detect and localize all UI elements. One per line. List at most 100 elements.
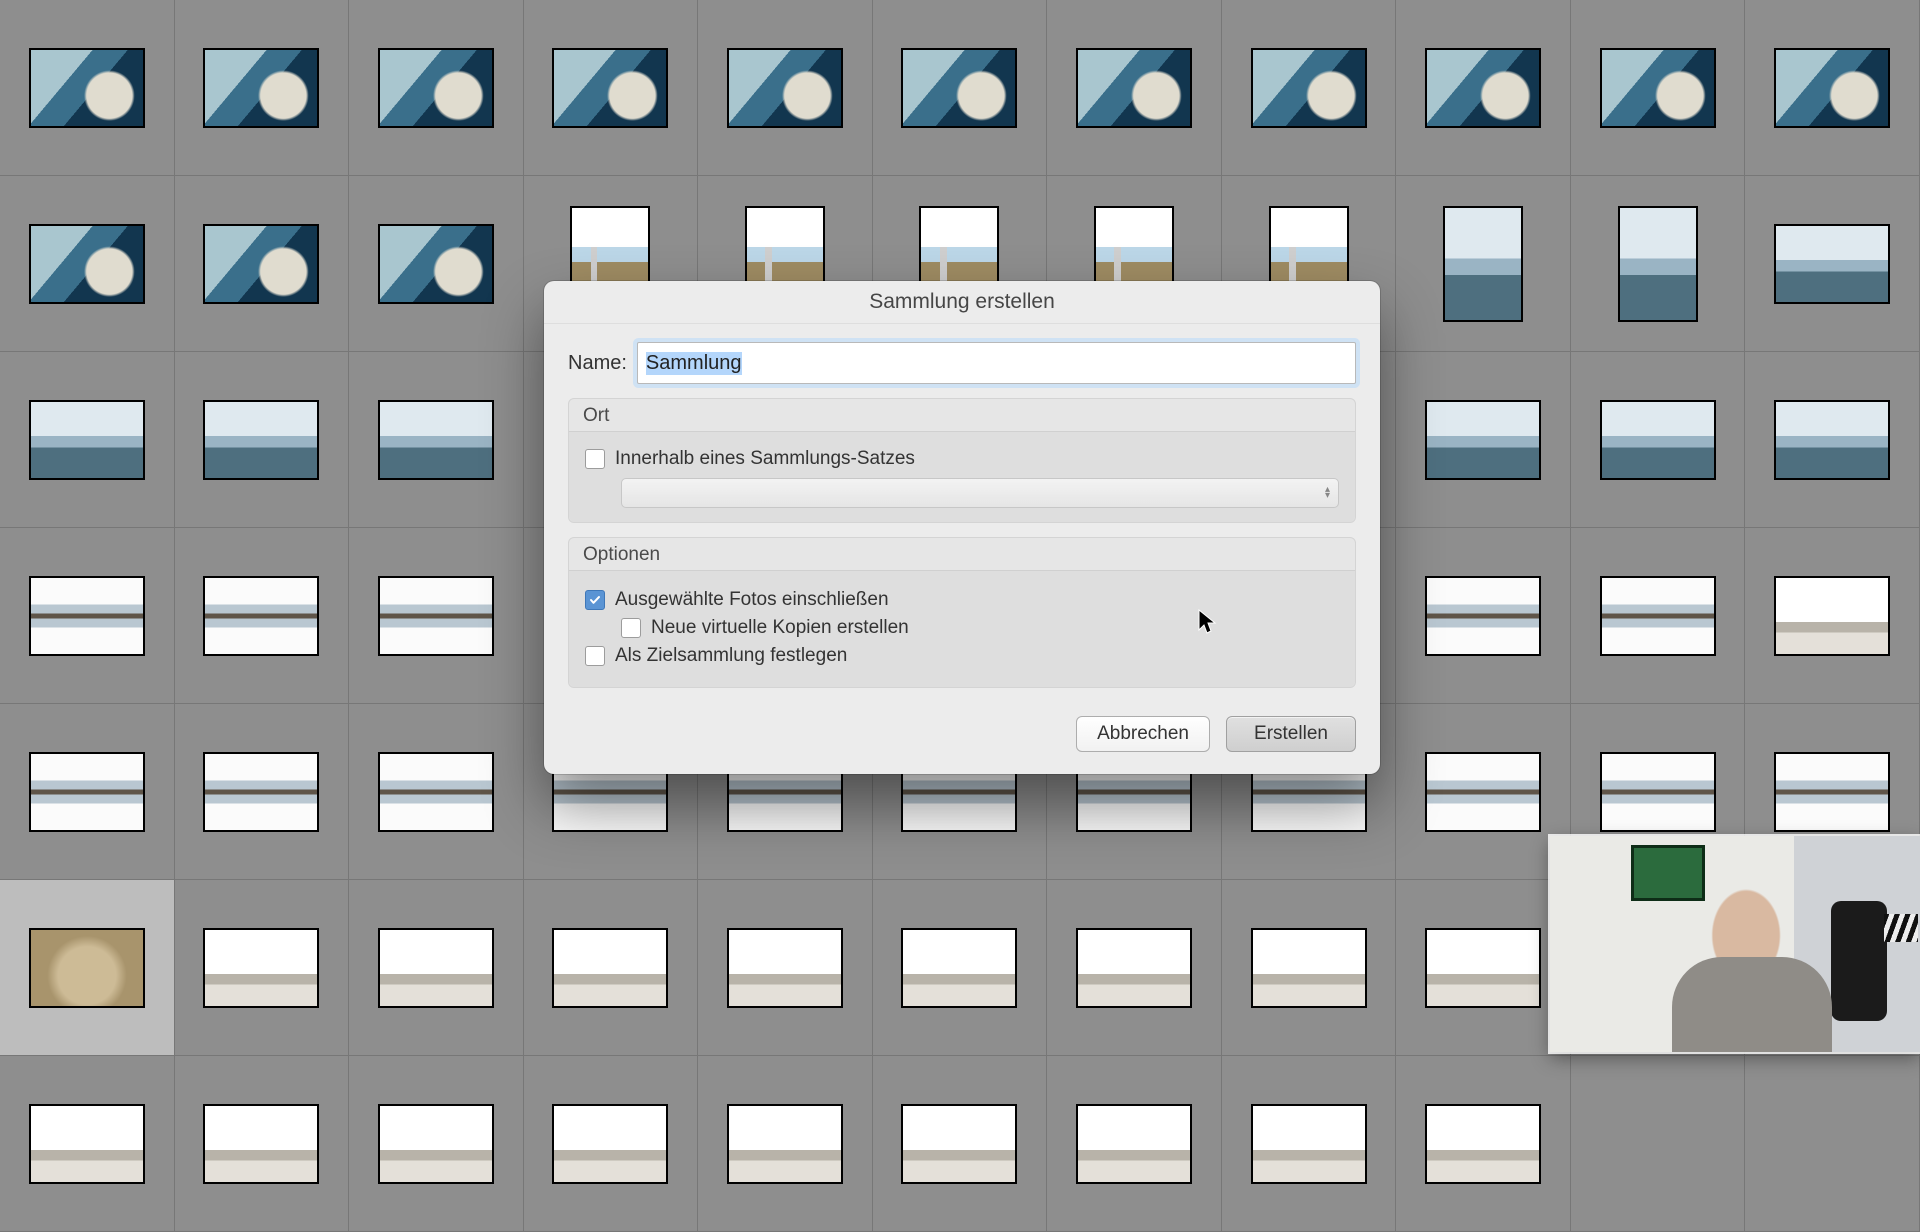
location-group: Ort Innerhalb eines Sammlungs-Satzes ▴▾: [568, 398, 1356, 523]
create-collection-dialog: Sammlung erstellen Name: Ort Innerhalb e…: [544, 281, 1380, 774]
thumbnail-cell[interactable]: [872, 0, 1048, 176]
thumbnail-cell[interactable]: [1046, 0, 1222, 176]
location-group-header: Ort: [569, 399, 1355, 431]
thumbnail-cell[interactable]: [872, 879, 1048, 1056]
thumbnail-image: [29, 1104, 145, 1184]
thumbnail-cell[interactable]: [1046, 1055, 1222, 1232]
thumbnail-cell[interactable]: [1395, 527, 1571, 704]
thumbnail-image: [1600, 48, 1716, 128]
virtual-copies-checkbox[interactable]: [621, 618, 641, 638]
collection-set-select[interactable]: ▴▾: [621, 478, 1339, 508]
thumbnail-cell[interactable]: [1221, 0, 1397, 176]
virtual-copies-row[interactable]: Neue virtuelle Kopien erstellen: [585, 617, 1339, 639]
thumbnail-image: [203, 928, 319, 1008]
thumbnail-cell[interactable]: [1744, 175, 1920, 352]
inside-collection-set-row[interactable]: Innerhalb eines Sammlungs-Satzes: [585, 448, 1339, 470]
thumbnail-cell[interactable]: [1744, 0, 1920, 176]
create-button[interactable]: Erstellen: [1226, 716, 1356, 752]
thumbnail-cell[interactable]: [348, 1055, 524, 1232]
thumbnail-image: [901, 1104, 1017, 1184]
thumbnail-cell[interactable]: [1221, 1055, 1397, 1232]
thumbnail-image: [1774, 576, 1890, 656]
thumbnail-cell[interactable]: [523, 879, 699, 1056]
target-collection-row[interactable]: Als Zielsammlung festlegen: [585, 645, 1339, 667]
thumbnail-image: [1774, 752, 1890, 832]
thumbnail-cell[interactable]: [174, 879, 350, 1056]
thumbnail-image: [727, 1104, 843, 1184]
name-row: Name:: [568, 342, 1356, 384]
thumbnail-cell[interactable]: [0, 527, 175, 704]
thumbnail-image: [727, 928, 843, 1008]
thumbnail-image: [1251, 1104, 1367, 1184]
thumbnail-image: [378, 752, 494, 832]
thumbnail-image: [1600, 400, 1716, 480]
thumbnail-image: [29, 928, 145, 1008]
thumbnail-cell[interactable]: [1744, 527, 1920, 704]
thumbnail-cell[interactable]: [1395, 1055, 1571, 1232]
thumbnail-cell[interactable]: [174, 0, 350, 176]
thumbnail-cell[interactable]: [0, 351, 175, 528]
thumbnail-image: [1774, 48, 1890, 128]
thumbnail-cell[interactable]: [1570, 351, 1746, 528]
thumbnail-cell[interactable]: [697, 1055, 873, 1232]
thumbnail-cell[interactable]: [174, 703, 350, 880]
thumbnail-image: [29, 576, 145, 656]
thumbnail-cell[interactable]: [348, 879, 524, 1056]
thumbnail-image: [29, 48, 145, 128]
thumbnail-image: [1600, 576, 1716, 656]
thumbnail-cell[interactable]: [348, 351, 524, 528]
thumbnail-cell[interactable]: [1570, 1055, 1746, 1232]
thumbnail-image: [203, 400, 319, 480]
thumbnail-image: [1425, 928, 1541, 1008]
thumbnail-cell[interactable]: [1570, 0, 1746, 176]
inside-collection-set-checkbox[interactable]: [585, 449, 605, 469]
include-selected-checkbox[interactable]: [585, 590, 605, 610]
thumbnail-image: [901, 928, 1017, 1008]
thumbnail-cell[interactable]: [174, 351, 350, 528]
thumbnail-cell[interactable]: [1570, 527, 1746, 704]
thumbnail-cell[interactable]: [1395, 0, 1571, 176]
thumbnail-cell[interactable]: [0, 703, 175, 880]
thumbnail-cell[interactable]: [348, 527, 524, 704]
thumbnail-image: [552, 928, 668, 1008]
thumbnail-cell[interactable]: [0, 1055, 175, 1232]
thumbnail-cell[interactable]: [174, 527, 350, 704]
thumbnail-image: [1774, 224, 1890, 304]
thumbnail-image: [1774, 400, 1890, 480]
thumbnail-cell[interactable]: [348, 175, 524, 352]
thumbnail-cell[interactable]: [348, 0, 524, 176]
thumbnail-cell[interactable]: [1395, 351, 1571, 528]
target-collection-checkbox[interactable]: [585, 646, 605, 666]
thumbnail-cell[interactable]: [1744, 1055, 1920, 1232]
include-selected-row[interactable]: Ausgewählte Fotos einschließen: [585, 589, 1339, 611]
dialog-actions: Abbrechen Erstellen: [544, 712, 1380, 774]
cancel-button[interactable]: Abbrechen: [1076, 716, 1210, 752]
thumbnail-cell[interactable]: [0, 0, 175, 176]
thumbnail-cell[interactable]: [697, 0, 873, 176]
thumbnail-image: [1425, 752, 1541, 832]
thumbnail-image: [1443, 206, 1523, 322]
thumbnail-image: [1076, 928, 1192, 1008]
thumbnail-cell[interactable]: [0, 879, 175, 1056]
options-group-body: Ausgewählte Fotos einschließen Neue virt…: [569, 570, 1355, 687]
thumbnail-cell[interactable]: [174, 1055, 350, 1232]
thumbnail-cell[interactable]: [872, 1055, 1048, 1232]
thumbnail-cell[interactable]: [0, 175, 175, 352]
thumbnail-image: [1251, 48, 1367, 128]
inside-collection-set-label: Innerhalb eines Sammlungs-Satzes: [615, 448, 915, 470]
thumbnail-cell[interactable]: [348, 703, 524, 880]
thumbnail-image: [29, 224, 145, 304]
options-group: Optionen Ausgewählte Fotos einschließen …: [568, 537, 1356, 688]
thumbnail-cell[interactable]: [1395, 879, 1571, 1056]
thumbnail-cell[interactable]: [1744, 351, 1920, 528]
thumbnail-cell[interactable]: [523, 0, 699, 176]
thumbnail-cell[interactable]: [1395, 703, 1571, 880]
thumbnail-cell[interactable]: [697, 879, 873, 1056]
thumbnail-cell[interactable]: [523, 1055, 699, 1232]
collection-name-input[interactable]: [637, 342, 1356, 384]
thumbnail-cell[interactable]: [1395, 175, 1571, 352]
thumbnail-cell[interactable]: [1570, 175, 1746, 352]
thumbnail-cell[interactable]: [1221, 879, 1397, 1056]
thumbnail-cell[interactable]: [174, 175, 350, 352]
thumbnail-cell[interactable]: [1046, 879, 1222, 1056]
